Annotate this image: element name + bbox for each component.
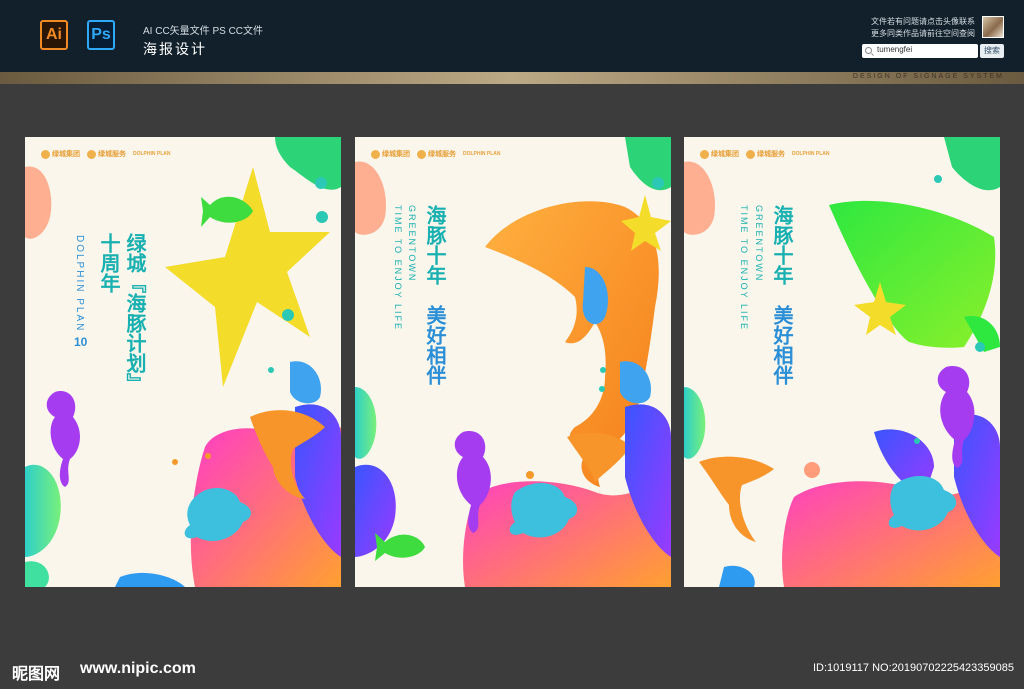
greentown-mark-icon bbox=[87, 149, 96, 159]
photoshop-icon: Ps bbox=[87, 20, 115, 50]
bubble bbox=[934, 175, 942, 183]
greentown-mark-icon bbox=[700, 149, 709, 159]
blue-blob bbox=[290, 361, 321, 404]
logo-text: 绿城集团 bbox=[711, 150, 739, 158]
dolphin-plan-logo: DOLPHIN PLAN bbox=[463, 151, 501, 157]
dolphin-tail bbox=[567, 432, 630, 482]
dolphin-plan-logo: DOLPHIN PLAN bbox=[792, 151, 830, 157]
bubble bbox=[652, 177, 664, 189]
brand-logos: 绿城集团 绿城服务 DOLPHIN PLAN bbox=[700, 149, 830, 159]
tenth-anniversary-badge: 10 bbox=[74, 335, 88, 349]
bubble bbox=[804, 462, 820, 478]
poster-1-headline-col2: 十周年 bbox=[97, 233, 121, 293]
poster-1-headline-col1: 绿城『海豚计划』 bbox=[123, 233, 147, 393]
greentown-mark-icon bbox=[746, 149, 755, 159]
brand-logos: 绿城集团 绿城服务 DOLPHIN PLAN bbox=[371, 149, 501, 159]
search-value: tumengfei bbox=[877, 45, 913, 54]
bubble bbox=[975, 342, 985, 352]
greentown-group-logo: 绿城集团 bbox=[700, 149, 739, 159]
search-icon bbox=[865, 47, 872, 54]
bubble bbox=[316, 211, 328, 223]
greentown-group-logo: 绿城集团 bbox=[41, 149, 80, 159]
top-banner: Ai Ps AI CC矢量文件 PS CC文件 海报设计 文件若有问题请点击头像… bbox=[0, 0, 1024, 72]
teal-wave bbox=[355, 387, 377, 459]
starfish bbox=[165, 167, 330, 387]
poster-3-subtitle-col2: TIME TO ENJOY LIFE bbox=[739, 205, 749, 332]
teal-wave bbox=[25, 464, 61, 557]
poster-3-headline-col2: 美好相伴 bbox=[770, 305, 794, 385]
illustrator-icon: Ai bbox=[40, 20, 68, 50]
poster-2-subtitle-col2: TIME TO ENJOY LIFE bbox=[393, 205, 403, 332]
poster-2-headline-col2: 美好相伴 bbox=[423, 305, 447, 385]
contact-note: 文件若有问题请点击头像联系 更多同类作品请前往空间查阅 bbox=[871, 16, 975, 40]
file-formats-label: AI CC矢量文件 PS CC文件 bbox=[143, 26, 264, 37]
teal-wave bbox=[684, 387, 706, 459]
blue-blob bbox=[115, 572, 185, 587]
teal-blob bbox=[25, 561, 49, 587]
bubble bbox=[526, 471, 534, 479]
bubble bbox=[268, 367, 274, 373]
poster-1-subtitle: DOLPHIN PLAN bbox=[74, 235, 85, 333]
image-id-label: ID:1019117 NO:20190702225423359085 bbox=[812, 662, 1014, 674]
bubble bbox=[172, 459, 178, 465]
banner-caption: DESIGN OF SIGNAGE SYSTEM bbox=[852, 73, 1004, 80]
dolphin bbox=[699, 456, 774, 542]
peach-blob bbox=[25, 166, 52, 239]
poster-3: 绿城集团 绿城服务 DOLPHIN PLAN 海豚十年 美好相伴 GREENTO… bbox=[684, 137, 1000, 587]
greentown-group-logo: 绿城集团 bbox=[371, 149, 410, 159]
poster-2: 绿城集团 绿城服务 DOLPHIN PLAN 海豚十年 美好相伴 GREENTO… bbox=[355, 137, 671, 587]
logo-text: 绿城服务 bbox=[757, 150, 785, 158]
page-title: 海报设计 bbox=[143, 42, 207, 58]
logo-text: 绿城服务 bbox=[428, 150, 456, 158]
greentown-mark-icon bbox=[41, 149, 50, 159]
poster-1-artwork bbox=[25, 137, 341, 587]
poster-3-subtitle-col1: GREENTOWN bbox=[754, 205, 764, 283]
bubble bbox=[914, 438, 920, 444]
poster-3-headline-col1: 海豚十年 bbox=[770, 205, 794, 285]
bubble bbox=[315, 177, 327, 189]
bubble bbox=[600, 367, 606, 373]
greentown-service-logo: 绿城服务 bbox=[417, 149, 456, 159]
dolphin-plan-logo: DOLPHIN PLAN bbox=[133, 151, 171, 157]
green-blob bbox=[944, 137, 1000, 191]
bubble bbox=[599, 386, 605, 392]
seahorse bbox=[46, 391, 81, 487]
poster-2-headline-col1: 海豚十年 bbox=[423, 205, 447, 285]
green-blob bbox=[275, 137, 341, 190]
poster-2-subtitle-col1: GREENTOWN bbox=[407, 205, 417, 283]
poster-3-artwork bbox=[684, 137, 1000, 587]
peach-blob bbox=[684, 161, 715, 235]
site-logo[interactable]: 昵图网 bbox=[12, 660, 60, 684]
brand-logos: 绿城集团 绿城服务 DOLPHIN PLAN bbox=[41, 149, 171, 159]
site-url-link[interactable]: www.nipic.com bbox=[80, 660, 196, 678]
greentown-service-logo: 绿城服务 bbox=[746, 149, 785, 159]
blue-blob bbox=[620, 361, 651, 404]
greentown-mark-icon bbox=[371, 149, 380, 159]
search-input[interactable]: tumengfei bbox=[862, 44, 978, 58]
author-avatar[interactable] bbox=[982, 16, 1004, 38]
bubble bbox=[282, 309, 294, 321]
contact-note-line: 更多同类作品请前往空间查阅 bbox=[871, 29, 975, 38]
contact-note-line: 文件若有问题请点击头像联系 bbox=[871, 17, 975, 26]
greentown-service-logo: 绿城服务 bbox=[87, 149, 126, 159]
logo-text: 绿城集团 bbox=[52, 150, 80, 158]
bubble bbox=[205, 453, 211, 459]
logo-text: 绿城集团 bbox=[382, 150, 410, 158]
peach-blob bbox=[355, 161, 386, 235]
poster-1: 绿城集团 绿城服务 DOLPHIN PLAN 绿城『海豚计划』 十周年 DOLP… bbox=[25, 137, 341, 587]
greentown-mark-icon bbox=[417, 149, 426, 159]
green-blob bbox=[625, 137, 671, 191]
search-button[interactable]: 搜索 bbox=[980, 44, 1004, 58]
logo-text: 绿城服务 bbox=[98, 150, 126, 158]
blue-blob bbox=[719, 565, 755, 587]
